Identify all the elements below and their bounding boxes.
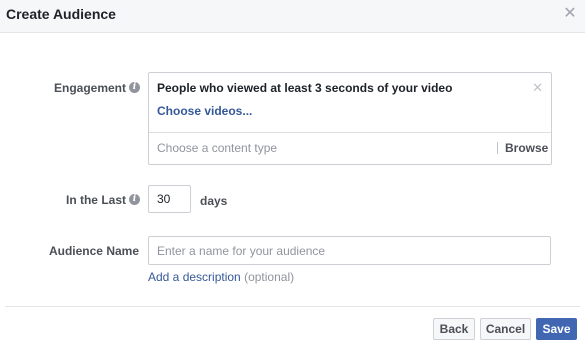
info-icon[interactable]: i: [129, 82, 140, 93]
add-description-link[interactable]: Add a description: [148, 270, 241, 284]
engagement-label: Engagement: [53, 81, 126, 95]
in-the-last-label: In the Last: [65, 193, 126, 207]
cancel-button[interactable]: Cancel: [480, 318, 531, 340]
dialog-title: Create Audience: [6, 6, 116, 22]
close-icon[interactable]: ✕: [563, 6, 577, 22]
close-icon[interactable]: ✕: [532, 80, 543, 96]
audience-name-label: Audience Name: [48, 244, 139, 258]
days-unit-label: days: [200, 194, 228, 208]
optional-note: (optional): [244, 270, 295, 284]
selected-engagement: People who viewed at least 3 seconds of …: [149, 73, 551, 133]
browse-button[interactable]: Browse: [505, 141, 548, 155]
info-icon[interactable]: i: [129, 194, 140, 205]
save-button[interactable]: Save: [536, 318, 577, 340]
content-type-input[interactable]: [149, 133, 497, 163]
dialog-header: Create Audience ✕: [0, 0, 585, 33]
audience-name-input[interactable]: [148, 236, 551, 265]
description-line: Add a description (optional): [148, 270, 294, 284]
footer-divider: [5, 306, 580, 307]
back-button[interactable]: Back: [433, 318, 475, 340]
create-audience-dialog: Create Audience ✕ Engagement i People wh…: [0, 0, 585, 347]
engagement-selection-title: People who viewed at least 3 seconds of …: [157, 81, 453, 95]
choose-videos-link[interactable]: Choose videos...: [157, 104, 252, 118]
days-input[interactable]: [148, 185, 191, 213]
engagement-box: People who viewed at least 3 seconds of …: [148, 72, 552, 165]
browse-divider: [497, 142, 498, 154]
